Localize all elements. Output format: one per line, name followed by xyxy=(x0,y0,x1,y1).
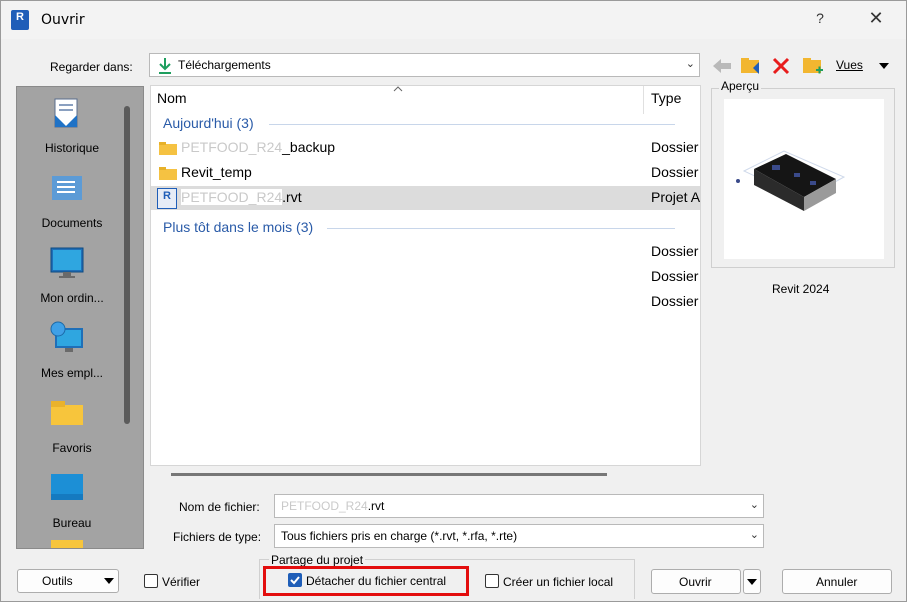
close-button[interactable]: ✕ xyxy=(861,8,891,32)
filename-label: Nom de fichier: xyxy=(179,500,260,514)
download-icon xyxy=(159,58,171,74)
chevron-down-icon: ⌄ xyxy=(685,58,695,70)
model-thumbnail-icon xyxy=(736,150,846,211)
file-type: Dossier xyxy=(651,268,699,284)
network-places-icon xyxy=(50,321,83,352)
column-divider xyxy=(643,86,644,114)
place-more xyxy=(17,540,127,548)
preview-label: Aperçu xyxy=(719,79,762,93)
cancel-button[interactable]: Annuler xyxy=(782,569,892,594)
look-in-combo[interactable]: Téléchargements ⌄ xyxy=(149,53,700,77)
delete-icon[interactable] xyxy=(771,56,791,76)
group-header-earlier[interactable]: Plus tôt dans le mois (3) xyxy=(163,219,313,235)
file-name: .rvt xyxy=(282,189,302,205)
dropdown-arrow-icon xyxy=(747,579,757,585)
tools-button[interactable]: Outils xyxy=(17,569,119,593)
file-type: Dossier xyxy=(651,139,699,155)
computer-icon xyxy=(50,247,84,278)
list-item[interactable]: Dossier xyxy=(151,265,700,289)
filetype-value: Tous fichiers pris en charge (*.rvt, *.r… xyxy=(281,529,518,543)
help-button[interactable]: ? xyxy=(809,10,831,30)
horizontal-scrollbar[interactable] xyxy=(171,473,607,476)
chevron-down-icon: ⌄ xyxy=(749,529,759,541)
group-separator xyxy=(269,124,675,125)
up-folder-icon[interactable] xyxy=(739,54,763,78)
checkmark-icon xyxy=(290,576,300,585)
file-name: _backup xyxy=(282,139,336,155)
group-separator xyxy=(327,228,675,229)
places-scrollbar[interactable] xyxy=(124,106,130,424)
place-label: Documents xyxy=(41,216,103,230)
documents-icon xyxy=(52,176,82,200)
title-bar xyxy=(1,1,906,39)
list-item[interactable]: Revit_temp Dossier xyxy=(151,161,700,185)
file-name-redacted: PETFOOD_R24 xyxy=(181,139,283,155)
folder-icon xyxy=(159,167,177,180)
folder-icon xyxy=(159,142,177,155)
open-button-label: Ouvrir xyxy=(679,575,712,589)
open-options-button[interactable] xyxy=(743,569,761,594)
revit-file-icon: R xyxy=(157,188,177,209)
file-type: Dossier xyxy=(651,243,699,259)
open-button[interactable]: Ouvrir xyxy=(651,569,741,594)
audit-label: Vérifier xyxy=(162,575,201,589)
look-in-value: Téléchargements xyxy=(178,58,271,72)
place-label: Bureau xyxy=(52,516,92,530)
list-item[interactable]: Dossier xyxy=(151,240,700,264)
file-name: Revit_temp xyxy=(181,164,252,180)
file-name-redacted: PETFOOD_R24 xyxy=(181,189,283,205)
tools-button-label: Outils xyxy=(42,574,73,588)
file-type: Dossier xyxy=(651,293,699,309)
place-label: Historique xyxy=(44,141,100,155)
preview-image xyxy=(724,99,884,259)
views-button[interactable]: Vues xyxy=(836,58,863,72)
revit-logo-icon: R xyxy=(11,10,29,30)
new-folder-icon[interactable] xyxy=(801,54,825,78)
filetype-label: Fichiers de type: xyxy=(173,530,262,544)
place-label: Mon ordin... xyxy=(40,291,104,305)
history-icon xyxy=(54,98,78,128)
group-header-today[interactable]: Aujourd'hui (3) xyxy=(163,115,254,131)
worksharing-group-label: Partage du projet xyxy=(269,553,366,567)
folder-icon xyxy=(51,540,83,548)
create-local-label: Créer un fichier local xyxy=(503,575,614,589)
list-item-selected[interactable]: R PETFOOD_R24.rvt Projet A xyxy=(151,186,700,210)
file-list: Nom Type Aujourd'hui (3) PETFOOD_R24_bac… xyxy=(150,85,701,466)
open-dialog: R Ouvrir ? ✕ Regarder dans: Téléchargeme… xyxy=(0,0,907,602)
window-title: Ouvrir xyxy=(41,12,85,28)
file-type: Projet A xyxy=(651,189,701,205)
detach-checkbox[interactable] xyxy=(288,573,302,587)
file-type: Dossier xyxy=(651,164,699,180)
create-local-checkbox[interactable] xyxy=(485,574,499,588)
detach-label: Détacher du fichier central xyxy=(306,574,447,588)
back-arrow-icon[interactable] xyxy=(711,57,733,75)
filename-value: .rvt xyxy=(367,499,385,513)
chevron-down-icon[interactable]: ⌄ xyxy=(750,498,759,511)
filename-input[interactable]: PETFOOD_R24.rvt ⌄ xyxy=(274,494,764,518)
filename-redacted: PETFOOD_R24 xyxy=(281,499,368,513)
desktop-icon xyxy=(51,474,83,500)
list-item[interactable]: PETFOOD_R24_backup Dossier xyxy=(151,136,700,160)
place-label: Favoris xyxy=(52,441,92,455)
dropdown-arrow-icon xyxy=(104,578,114,584)
column-name-header[interactable]: Nom xyxy=(157,90,187,118)
filetype-select[interactable]: Tous fichiers pris en charge (*.rvt, *.r… xyxy=(274,524,764,548)
place-label: Mes empl... xyxy=(40,366,103,380)
list-item[interactable]: Dossier xyxy=(151,290,700,314)
cancel-button-label: Annuler xyxy=(816,575,858,589)
sort-ascending-icon xyxy=(393,86,403,92)
views-dropdown-icon[interactable] xyxy=(878,62,890,70)
preview-caption: Revit 2024 xyxy=(772,282,830,296)
favorites-folder-icon xyxy=(51,401,83,425)
audit-checkbox[interactable] xyxy=(144,574,158,588)
column-type-header[interactable]: Type xyxy=(651,90,681,118)
look-in-label: Regarder dans: xyxy=(50,60,133,74)
